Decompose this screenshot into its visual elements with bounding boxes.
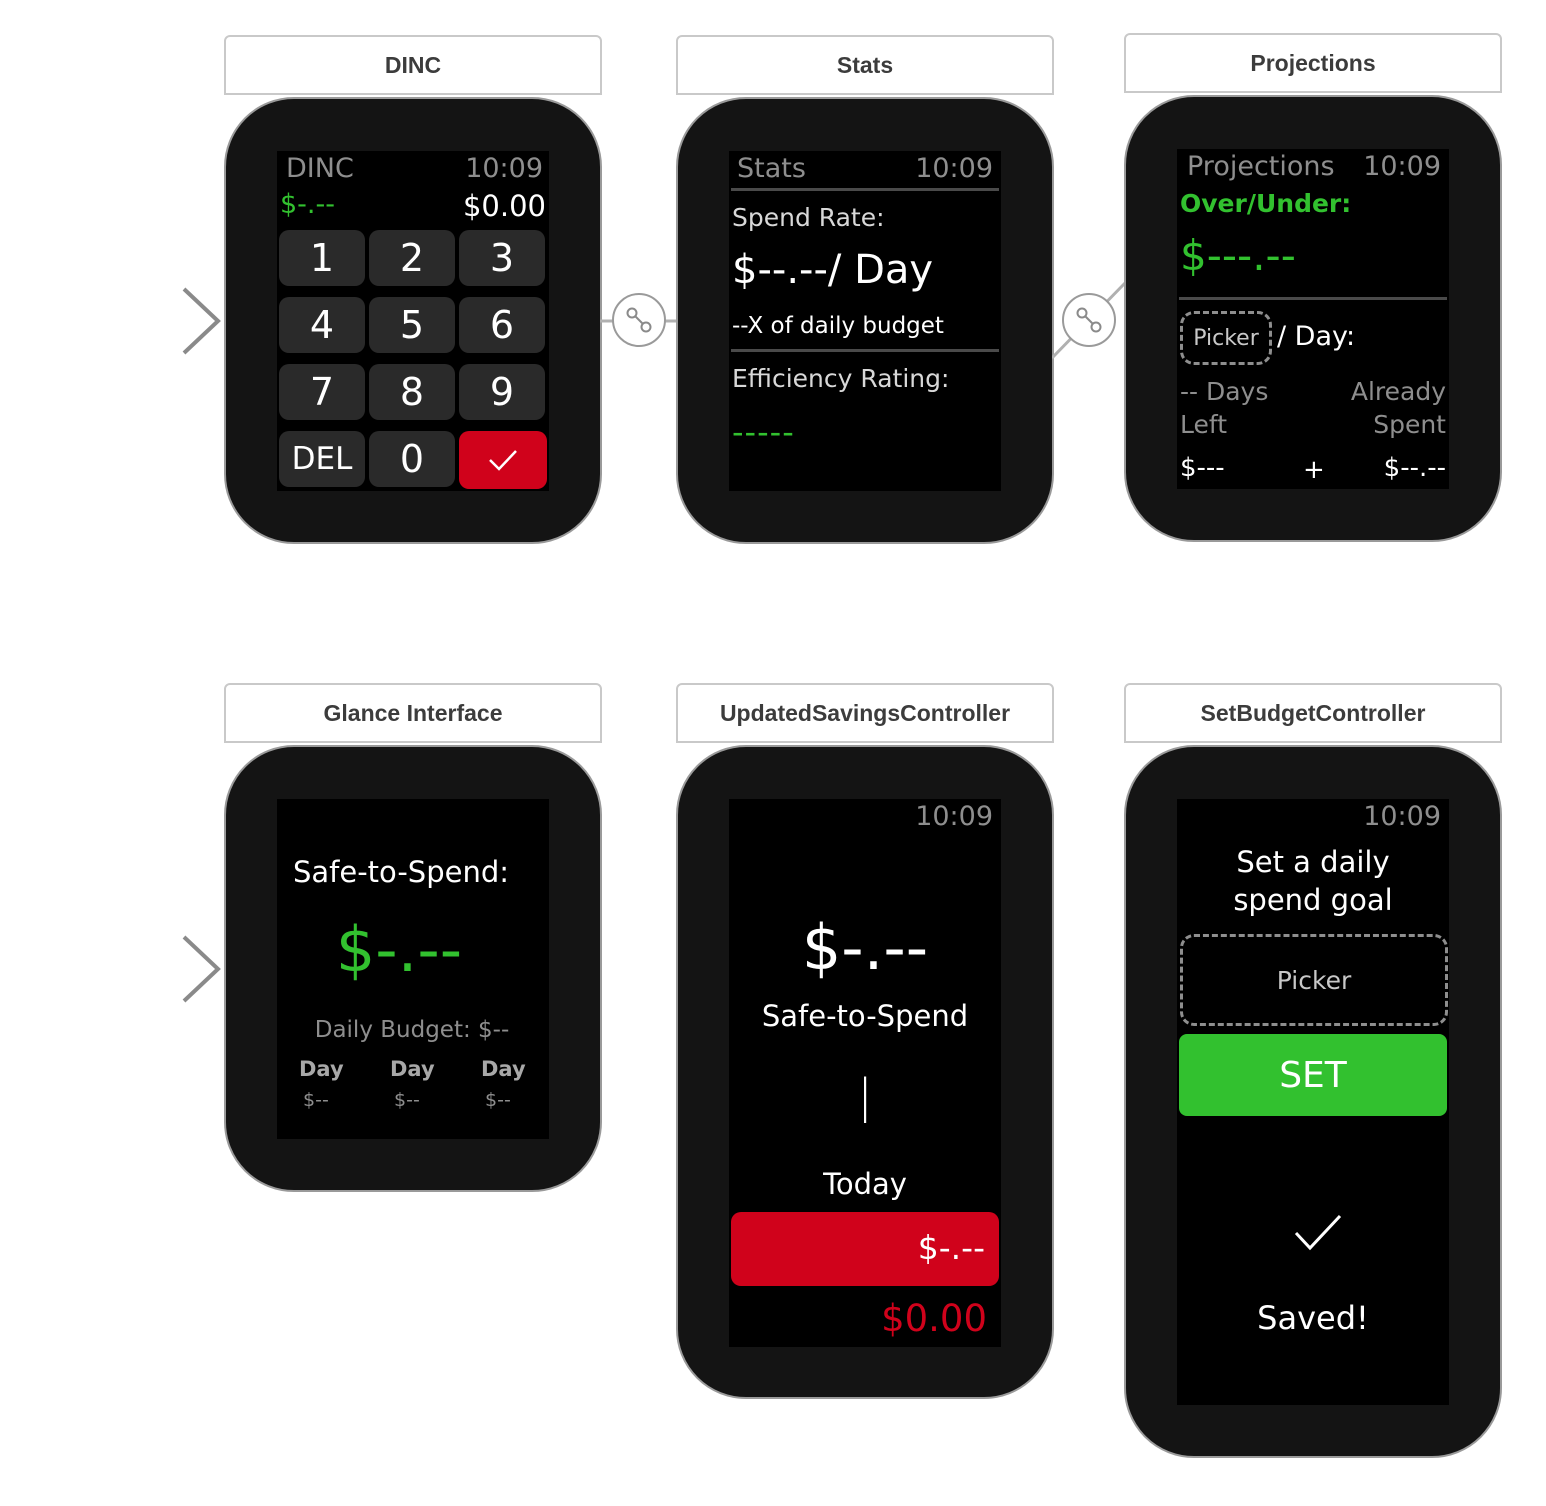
already-spent-label-line2: Spent	[1373, 410, 1446, 439]
days-left-label: -- Days	[1180, 377, 1269, 406]
key-1[interactable]: 1	[279, 230, 365, 286]
clock-time: 10:09	[915, 153, 993, 184]
scene-header-updated-savings[interactable]: UpdatedSavingsController	[676, 683, 1054, 743]
entry-point-arrow[interactable]	[28, 286, 224, 356]
key-9[interactable]: 9	[459, 364, 545, 420]
day-value: $--	[394, 1089, 420, 1111]
watch-frame-stats: Stats 10:09 Spend Rate: $--.--/ Day --X …	[676, 97, 1054, 544]
watch-frame-projections: Projections 10:09 Over/Under: $---.-- Pi…	[1124, 95, 1502, 542]
already-spent-label: Already	[1350, 377, 1446, 406]
scene-title: SetBudgetController	[1200, 699, 1426, 726]
savings-value: $-.--	[280, 189, 335, 220]
budget-ratio: --X of daily budget	[732, 313, 944, 339]
watch-frame-dinc: DINC 10:09 $-.-- $0.00 1 2 3 4 5 6 7 8 9…	[224, 97, 602, 544]
key-4[interactable]: 4	[279, 297, 365, 353]
safe-to-spend-label: Safe-to-Spend	[761, 999, 969, 1033]
prompt-line1: Set a daily	[1236, 845, 1390, 879]
divider	[1179, 297, 1447, 300]
key-8[interactable]: 8	[369, 364, 455, 420]
key-5[interactable]: 5	[369, 297, 455, 353]
scene-title: UpdatedSavingsController	[719, 699, 1011, 726]
plus-sign: +	[1303, 455, 1325, 485]
days-left-label-line2: Left	[1180, 410, 1228, 439]
total-amount: $0.00	[881, 1297, 987, 1340]
scene-header-dinc[interactable]: DINC	[224, 35, 602, 95]
segue-next-page-icon[interactable]	[612, 293, 666, 347]
screen-updated-savings: 10:09 $-.-- Safe-to-Spend | Today $-.-- …	[729, 799, 1001, 1347]
screen-glance: Safe-to-Spend: $-.-- Daily Budget: $-- D…	[277, 799, 549, 1139]
segue-next-page-icon[interactable]	[1062, 293, 1116, 347]
separator-bar: |	[857, 1069, 873, 1123]
key-del[interactable]: DEL	[279, 431, 365, 487]
scene-title: DINC	[384, 51, 442, 78]
checkmark-icon	[489, 450, 517, 471]
today-label: Today	[823, 1167, 907, 1201]
link-icon	[626, 307, 652, 333]
saved-label: Saved!	[1257, 1299, 1369, 1337]
today-amount: $-.--	[917, 1228, 985, 1267]
watch-frame-updated-savings: 10:09 $-.-- Safe-to-Spend | Today $-.-- …	[676, 745, 1054, 1399]
spent-amount: $--.--	[1383, 453, 1446, 483]
glance-entry-arrow[interactable]	[28, 934, 224, 1004]
today-amount-button[interactable]: $-.--	[731, 1212, 999, 1286]
set-button-label: SET	[1279, 1054, 1347, 1096]
scene-header-glance[interactable]: Glance Interface	[224, 683, 602, 743]
picker-label: Picker	[1193, 325, 1259, 351]
divider	[731, 349, 999, 352]
screen-projections: Projections 10:09 Over/Under: $---.-- Pi…	[1177, 149, 1449, 489]
savings-amount: $-.--	[801, 911, 929, 984]
screen-stats: Stats 10:09 Spend Rate: $--.--/ Day --X …	[729, 151, 1001, 491]
watch-frame-glance: Safe-to-Spend: $-.-- Daily Budget: $-- D…	[224, 745, 602, 1192]
picker-label: Picker	[1276, 965, 1352, 995]
budget-picker[interactable]: Picker	[1180, 934, 1448, 1026]
day-value: $--	[485, 1089, 511, 1111]
spend-rate-value: $--.--/ Day	[732, 247, 934, 293]
clock-time: 10:09	[465, 153, 543, 184]
day-label: Day	[481, 1057, 526, 1081]
spend-rate-label: Spend Rate:	[732, 203, 885, 232]
screen-set-budget: 10:09 Set a daily spend goal Picker SET …	[1177, 799, 1449, 1405]
scene-title: Stats	[836, 51, 894, 78]
storyboard-canvas: DINC DINC 10:09 $-.-- $0.00 1 2 3 4 5 6 …	[0, 0, 1546, 1506]
divider	[731, 188, 999, 191]
confirm-button[interactable]	[459, 431, 547, 489]
link-icon	[1076, 307, 1102, 333]
day-value: $--	[303, 1089, 329, 1111]
interface-title: Stats	[737, 153, 806, 184]
scene-header-set-budget[interactable]: SetBudgetController	[1124, 683, 1502, 743]
over-under-value: $---.--	[1180, 231, 1296, 280]
safe-to-spend-value: $-.--	[335, 913, 463, 986]
days-picker[interactable]: Picker	[1180, 311, 1272, 365]
efficiency-label: Efficiency Rating:	[732, 364, 950, 393]
scene-title: Projections	[1250, 49, 1376, 76]
key-7[interactable]: 7	[279, 364, 365, 420]
entry-amount: $0.00	[462, 189, 546, 223]
per-day-label: / Day:	[1277, 321, 1356, 352]
key-2[interactable]: 2	[369, 230, 455, 286]
daily-budget-label: Daily Budget: $--	[314, 1017, 510, 1043]
watch-frame-set-budget: 10:09 Set a daily spend goal Picker SET …	[1124, 745, 1502, 1458]
over-under-label: Over/Under:	[1180, 189, 1352, 218]
day-label: Day	[299, 1057, 344, 1081]
set-button[interactable]: SET	[1179, 1034, 1447, 1116]
day-label: Day	[390, 1057, 435, 1081]
prompt-line2: spend goal	[1233, 883, 1393, 917]
scene-title: Glance Interface	[323, 699, 503, 726]
clock-time: 10:09	[1363, 801, 1441, 832]
efficiency-value: -----	[732, 413, 795, 451]
key-6[interactable]: 6	[459, 297, 545, 353]
remaining-amount: $---	[1180, 453, 1225, 483]
checkmark-icon	[1294, 1214, 1342, 1251]
safe-to-spend-label: Safe-to-Spend:	[292, 855, 510, 889]
scene-header-projections[interactable]: Projections	[1124, 33, 1502, 93]
clock-time: 10:09	[915, 801, 993, 832]
key-0[interactable]: 0	[369, 431, 455, 487]
key-3[interactable]: 3	[459, 230, 545, 286]
scene-header-stats[interactable]: Stats	[676, 35, 1054, 95]
screen-dinc: DINC 10:09 $-.-- $0.00 1 2 3 4 5 6 7 8 9…	[277, 151, 549, 491]
clock-time: 10:09	[1363, 151, 1441, 182]
interface-title: Projections	[1187, 151, 1335, 182]
interface-title: DINC	[286, 153, 354, 184]
